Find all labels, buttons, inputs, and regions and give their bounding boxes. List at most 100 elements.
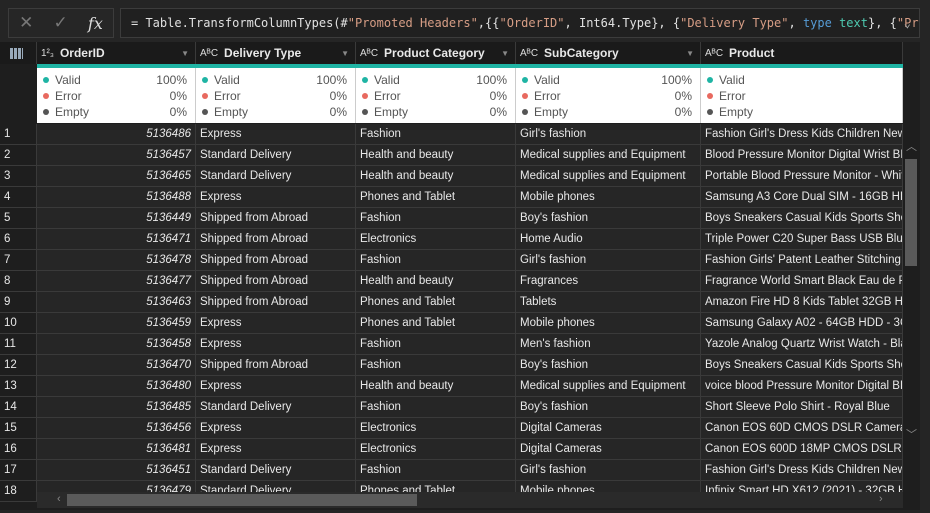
confirm-icon[interactable]: ✓	[54, 13, 68, 33]
filter-dropdown-icon[interactable]: ▼	[501, 49, 509, 58]
table-cell[interactable]: Portable Blood Pressure Monitor - White	[701, 166, 903, 186]
table-cell[interactable]: Fashion	[356, 124, 516, 144]
table-cell[interactable]: Boy's fashion	[516, 355, 701, 375]
table-cell[interactable]: Shipped from Abroad	[196, 208, 356, 228]
table-cell[interactable]: Electronics	[356, 439, 516, 459]
table-cell[interactable]: Medical supplies and Equipment	[516, 376, 701, 396]
table-cell[interactable]: Home Audio	[516, 229, 701, 249]
column-header-product-category[interactable]: AᴮC Product Category ▼	[356, 42, 516, 64]
type-icon[interactable]: AᴮC	[200, 48, 218, 59]
type-icon[interactable]: 1²₃	[41, 48, 54, 59]
table-cell[interactable]: Express	[196, 439, 356, 459]
table-cell[interactable]: Phones and Tablet	[356, 292, 516, 312]
table-cell[interactable]: Phones and Tablet	[356, 313, 516, 333]
table-row[interactable]: 4 5136488 Express Phones and Tablet Mobile p…	[0, 187, 903, 208]
expand-formula-button[interactable]: ⌄	[904, 9, 911, 37]
table-cell[interactable]: 5136485	[37, 397, 196, 417]
table-cell[interactable]: Boys Sneakers Casual Kids Sports Shoes-	[701, 208, 903, 228]
table-cell[interactable]: Express	[196, 313, 356, 333]
table-cell[interactable]: Shipped from Abroad	[196, 355, 356, 375]
table-cell[interactable]: Triple Power C20 Super Bass USB Blueto	[701, 229, 903, 249]
table-cell[interactable]: 5136480	[37, 376, 196, 396]
table-cell[interactable]: 5136457	[37, 145, 196, 165]
table-cell[interactable]: Girl's fashion	[516, 250, 701, 270]
table-cell[interactable]: Shipped from Abroad	[196, 229, 356, 249]
table-cell[interactable]: Canon EOS 60D CMOS DSLR Camera Bun	[701, 418, 903, 438]
table-menu-button[interactable]	[0, 42, 37, 64]
scroll-right-icon[interactable]: ›	[879, 493, 883, 505]
table-cell[interactable]: 5136465	[37, 166, 196, 186]
table-cell[interactable]: Fashion	[356, 208, 516, 228]
table-cell[interactable]: Mobile phones	[516, 187, 701, 207]
table-cell[interactable]: 5136477	[37, 271, 196, 291]
table-cell[interactable]: 5136451	[37, 460, 196, 480]
table-cell[interactable]: Fragrance World Smart Black Eau de Par	[701, 271, 903, 291]
table-cell[interactable]: Express	[196, 124, 356, 144]
table-cell[interactable]: Fragrances	[516, 271, 701, 291]
table-cell[interactable]: Medical supplies and Equipment	[516, 145, 701, 165]
table-cell[interactable]: Fashion Girls' Patent Leather Stitching …	[701, 250, 903, 270]
vertical-scrollbar[interactable]: ︿ ﹀	[903, 124, 918, 492]
table-cell[interactable]: Electronics	[356, 229, 516, 249]
fx-icon[interactable]: fx	[88, 14, 103, 33]
table-cell[interactable]: Electronics	[356, 418, 516, 438]
table-row[interactable]: 3 5136465 Standard Delivery Health and beau…	[0, 166, 903, 187]
table-cell[interactable]: Medical supplies and Equipment	[516, 166, 701, 186]
table-cell[interactable]: Express	[196, 334, 356, 354]
table-cell[interactable]: Boys Sneakers Casual Kids Sports Shoes-	[701, 355, 903, 375]
table-cell[interactable]: Shipped from Abroad	[196, 292, 356, 312]
horizontal-scroll-thumb[interactable]	[67, 494, 417, 506]
table-cell[interactable]: 5136458	[37, 334, 196, 354]
table-cell[interactable]: Fashion	[356, 355, 516, 375]
table-row[interactable]: 2 5136457 Standard Delivery Health and beau…	[0, 145, 903, 166]
formula-input[interactable]: = Table.TransformColumnTypes(#"Promoted …	[120, 8, 920, 38]
table-cell[interactable]: Digital Cameras	[516, 439, 701, 459]
table-cell[interactable]: Fashion Girl's Dress Kids Children Newbo	[701, 124, 903, 144]
table-cell[interactable]: Fashion	[356, 250, 516, 270]
table-row[interactable]: 1 5136486 Express Fashion Girl's fashion Fash…	[0, 124, 903, 145]
table-cell[interactable]: Standard Delivery	[196, 397, 356, 417]
table-cell[interactable]: 5136459	[37, 313, 196, 333]
horizontal-scrollbar[interactable]: ‹ ›	[37, 492, 903, 508]
table-cell[interactable]: 5136456	[37, 418, 196, 438]
table-cell[interactable]: Digital Cameras	[516, 418, 701, 438]
table-cell[interactable]: 5136488	[37, 187, 196, 207]
table-cell[interactable]: Health and beauty	[356, 376, 516, 396]
type-icon[interactable]: AᴮC	[520, 48, 538, 59]
table-cell[interactable]: Blood Pressure Monitor Digital Wrist BP	[701, 145, 903, 165]
table-cell[interactable]: Health and beauty	[356, 145, 516, 165]
table-row[interactable]: 14 5136485 Standard Delivery Fashion Boy's f…	[0, 397, 903, 418]
table-cell[interactable]: 5136478	[37, 250, 196, 270]
table-cell[interactable]: Samsung A3 Core Dual SIM - 16GB HDD -	[701, 187, 903, 207]
table-cell[interactable]: Samsung Galaxy A02 - 64GB HDD - 3GB R	[701, 313, 903, 333]
table-cell[interactable]: Yazole Analog Quartz Wrist Watch - Blac	[701, 334, 903, 354]
scroll-left-icon[interactable]: ‹	[57, 493, 61, 505]
table-cell[interactable]: Fashion	[356, 397, 516, 417]
table-cell[interactable]: voice blood Pressure Monitor Digital BP	[701, 376, 903, 396]
table-row[interactable]: 6 5136471 Shipped from Abroad Electronics Ho…	[0, 229, 903, 250]
column-header-product[interactable]: AᴮC Product	[701, 42, 903, 64]
column-header-orderid[interactable]: 1²₃ OrderID ▼	[37, 42, 196, 64]
table-cell[interactable]: Canon EOS 600D 18MP CMOS DSLR Cam	[701, 439, 903, 459]
table-cell[interactable]: Short Sleeve Polo Shirt - Royal Blue	[701, 397, 903, 417]
table-row[interactable]: 7 5136478 Shipped from Abroad Fashion Girl's…	[0, 250, 903, 271]
table-cell[interactable]: 5136449	[37, 208, 196, 228]
column-header-delivery-type[interactable]: AᴮC Delivery Type ▼	[196, 42, 356, 64]
table-cell[interactable]: Express	[196, 418, 356, 438]
table-cell[interactable]: Mobile phones	[516, 313, 701, 333]
table-row[interactable]: 9 5136463 Shipped from Abroad Phones and Ta…	[0, 292, 903, 313]
table-cell[interactable]: 5136471	[37, 229, 196, 249]
table-cell[interactable]: Health and beauty	[356, 271, 516, 291]
table-cell[interactable]: 5136470	[37, 355, 196, 375]
table-cell[interactable]: Shipped from Abroad	[196, 271, 356, 291]
table-cell[interactable]: Girl's fashion	[516, 124, 701, 144]
scroll-up-icon[interactable]: ︿	[906, 138, 917, 154]
table-cell[interactable]: Men's fashion	[516, 334, 701, 354]
table-cell[interactable]: Express	[196, 376, 356, 396]
table-cell[interactable]: Shipped from Abroad	[196, 250, 356, 270]
table-cell[interactable]: 5136463	[37, 292, 196, 312]
table-cell[interactable]: Express	[196, 187, 356, 207]
table-cell[interactable]: Boy's fashion	[516, 397, 701, 417]
table-cell[interactable]: Fashion	[356, 334, 516, 354]
cancel-icon[interactable]: ✕	[19, 13, 33, 33]
